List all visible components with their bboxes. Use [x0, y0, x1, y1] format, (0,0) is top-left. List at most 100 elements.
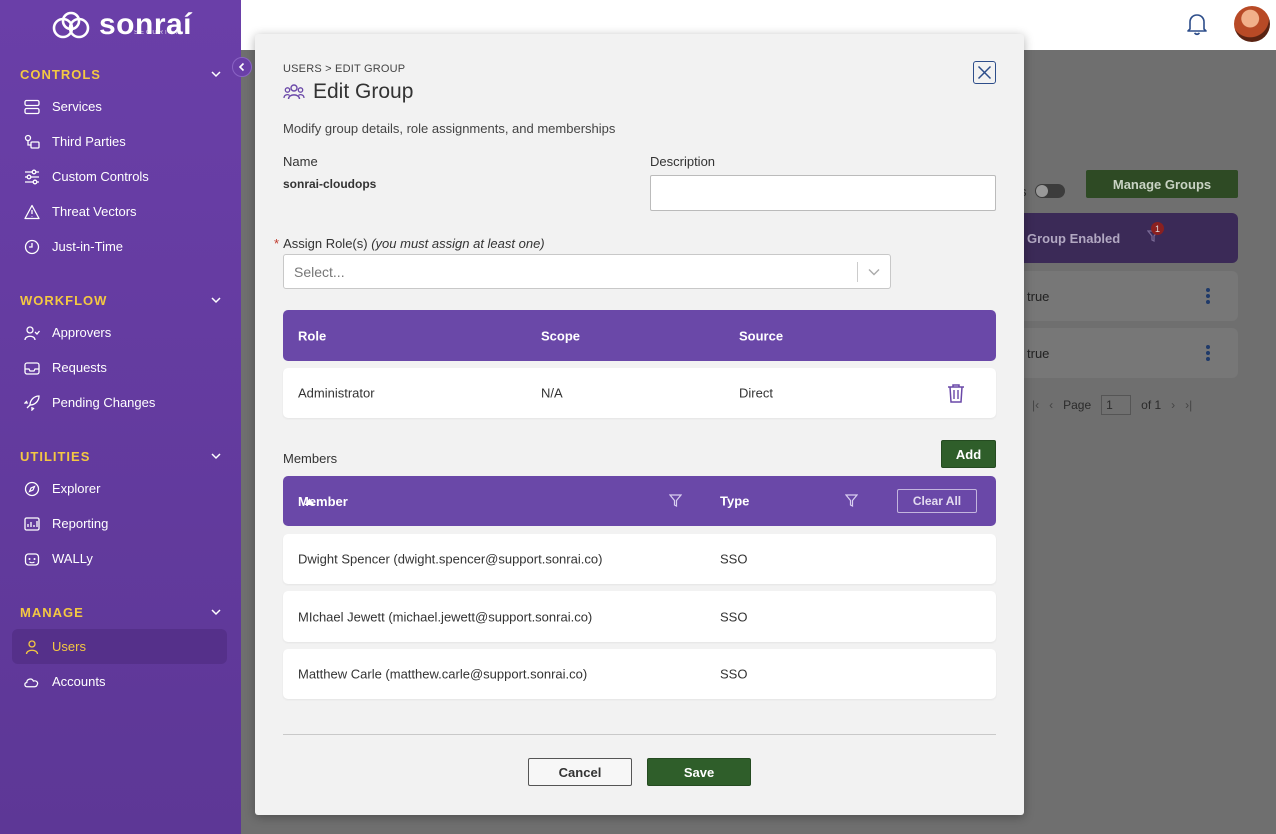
table-row[interactable]: true [1024, 328, 1238, 378]
manage-groups-button[interactable]: Manage Groups [1086, 170, 1238, 198]
sonrai-logo-icon [52, 11, 90, 39]
role-select-placeholder: Select... [294, 263, 345, 280]
section-title: WORKFLOW [20, 292, 108, 308]
members-table-header: Member Type Clear All [283, 476, 996, 526]
table-row[interactable]: Dwight Spencer (dwight.spencer@support.s… [283, 534, 996, 584]
user-icon [23, 638, 40, 655]
roles-table-header: Role Scope Source [283, 310, 996, 361]
sidebar-item-users[interactable]: Users [12, 629, 227, 664]
clear-all-button[interactable]: Clear All [897, 489, 977, 513]
clock-icon [23, 238, 40, 255]
section-manage[interactable]: MANAGE [0, 601, 241, 623]
column-header-role: Role [298, 328, 327, 343]
modal-subtitle: Modify group details, role assignments, … [283, 121, 616, 136]
type-cell: SSO [720, 666, 748, 682]
sidebar-item-label: Explorer [52, 481, 101, 496]
source-cell: Direct [739, 385, 773, 401]
cancel-button[interactable]: Cancel [528, 758, 632, 786]
save-button[interactable]: Save [647, 758, 751, 786]
filter-icon[interactable] [845, 494, 858, 507]
breadcrumb: USERS > EDIT GROUP [283, 63, 406, 75]
third-parties-icon [23, 133, 40, 150]
sidebar-item-approvers[interactable]: Approvers [0, 315, 229, 350]
inbox-icon [23, 359, 40, 376]
filter-count-badge: 1 [1151, 222, 1164, 235]
prev-page-icon[interactable]: ‹ [1049, 398, 1053, 412]
sidebar-item-pending-changes[interactable]: Pending Changes [0, 385, 229, 420]
sidebar-item-explorer[interactable]: Explorer [0, 471, 229, 506]
sidebar-item-custom-controls[interactable]: Custom Controls [0, 159, 229, 194]
chevron-left-icon [238, 62, 245, 72]
sliders-icon [23, 168, 40, 185]
chevron-down-icon [211, 297, 221, 304]
sidebar-item-label: Pending Changes [52, 395, 156, 410]
rocket-icon [23, 394, 40, 411]
member-cell: Matthew Carle (matthew.carle@support.son… [298, 666, 588, 682]
sidebar-item-label: Users [52, 639, 86, 654]
bell-icon[interactable] [1186, 12, 1208, 36]
member-header-text: Member [298, 493, 348, 509]
page-input[interactable]: 1 [1101, 395, 1132, 415]
description-label: Description [650, 154, 716, 169]
column-header-scope: Scope [541, 328, 581, 343]
cell-value: true [1027, 288, 1050, 304]
sidebar-item-requests[interactable]: Requests [0, 350, 229, 385]
close-button[interactable] [973, 61, 996, 84]
page-title: Edit Group [283, 80, 413, 104]
next-page-icon[interactable]: › [1171, 398, 1175, 412]
footer-divider [283, 734, 996, 735]
section-title: UTILITIES [20, 448, 91, 464]
last-page-icon[interactable]: ›| [1185, 398, 1192, 412]
pagination: |‹ ‹ Page 1 of 1 › ›| [1032, 395, 1192, 415]
table-row[interactable]: true [1024, 271, 1238, 321]
assign-roles-text: Assign Role(s) [283, 236, 368, 251]
sidebar-item-reporting[interactable]: Reporting [0, 506, 229, 541]
bot-icon [23, 550, 40, 567]
chevron-down-icon[interactable] [858, 268, 890, 276]
sidebar-item-label: Threat Vectors [52, 204, 137, 219]
trash-icon[interactable] [947, 383, 965, 403]
edit-group-modal: USERS > EDIT GROUP Edit Group Modify gro… [255, 34, 1024, 815]
description-input[interactable] [650, 175, 996, 211]
role-select[interactable]: Select... [283, 254, 891, 289]
sidebar-item-label: WALLy [52, 551, 93, 566]
avatar[interactable] [1234, 6, 1270, 42]
brand-tagline: SECURITY [134, 30, 181, 36]
filter-icon[interactable] [669, 494, 682, 507]
section-workflow[interactable]: WORKFLOW [0, 289, 241, 311]
member-cell: MIchael Jewett (michael.jewett@support.s… [298, 609, 593, 624]
section-utilities[interactable]: UTILITIES [0, 445, 241, 467]
assign-roles-label: * Assign Role(s) (you must assign at leas… [274, 236, 545, 251]
sidebar-item-threat-vectors[interactable]: Threat Vectors [0, 194, 229, 229]
required-indicator: * [274, 236, 280, 251]
table-row[interactable]: MIchael Jewett (michael.jewett@support.s… [283, 591, 996, 642]
sidebar-item-third-parties[interactable]: Third Parties [0, 124, 229, 159]
role-cell: Administrator [298, 385, 375, 401]
column-header-member[interactable]: Member [298, 494, 348, 509]
sidebar-item-accounts[interactable]: Accounts [0, 664, 229, 699]
chevron-down-icon [211, 609, 221, 616]
chevron-down-icon [211, 453, 221, 460]
sidebar-collapse-button[interactable] [232, 57, 252, 77]
section-title: MANAGE [20, 604, 84, 620]
user-check-icon [23, 324, 40, 341]
type-cell: SSO [720, 609, 748, 624]
cell-value: true [1027, 345, 1050, 361]
sidebar-item-just-in-time[interactable]: Just-in-Time [0, 229, 229, 264]
section-controls[interactable]: CONTROLS [0, 63, 241, 85]
add-member-button[interactable]: Add [941, 440, 996, 468]
name-label: Name [283, 154, 318, 169]
table-row: Administrator N/A Direct [283, 368, 996, 418]
column-header-type[interactable]: Type [720, 494, 749, 509]
members-label: Members [283, 451, 338, 466]
sidebar-item-wally[interactable]: WALLy [0, 541, 229, 576]
first-page-icon[interactable]: |‹ [1032, 398, 1039, 412]
toggle-switch[interactable] [1035, 184, 1065, 198]
more-vertical-icon[interactable] [1206, 345, 1210, 361]
more-vertical-icon[interactable] [1206, 288, 1210, 304]
sidebar-item-services[interactable]: Services [0, 89, 229, 124]
sidebar-item-label: Services [52, 99, 102, 114]
table-row[interactable]: Matthew Carle (matthew.carle@support.son… [283, 649, 996, 699]
page-of-label: of 1 [1141, 398, 1162, 412]
brand-logo[interactable]: sonraí SECURITY [0, 0, 241, 50]
